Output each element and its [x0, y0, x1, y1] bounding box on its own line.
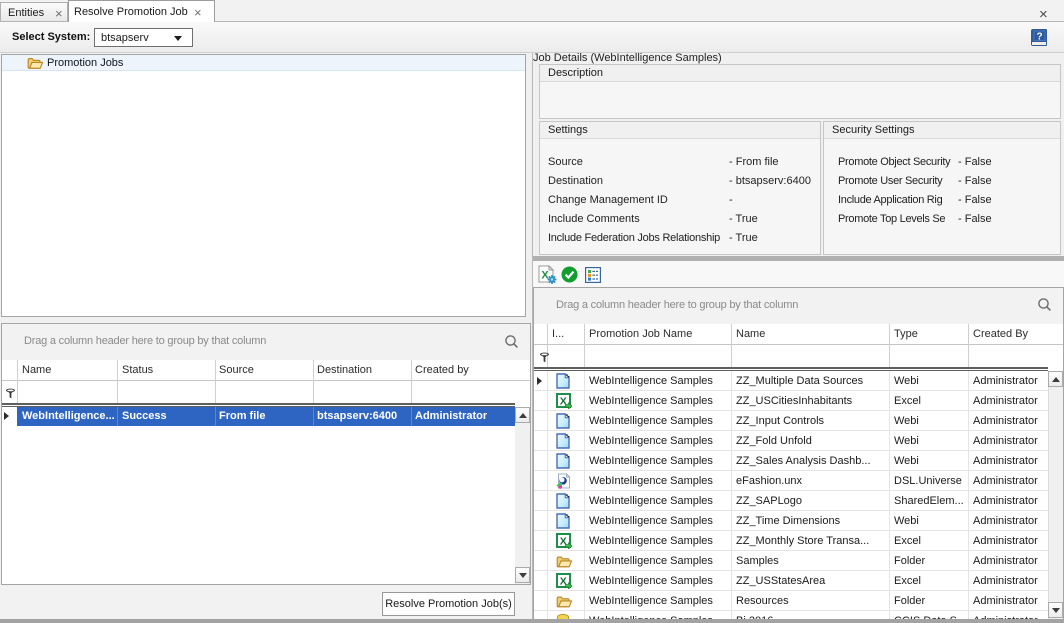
svg-text:?: ?: [1036, 32, 1042, 43]
